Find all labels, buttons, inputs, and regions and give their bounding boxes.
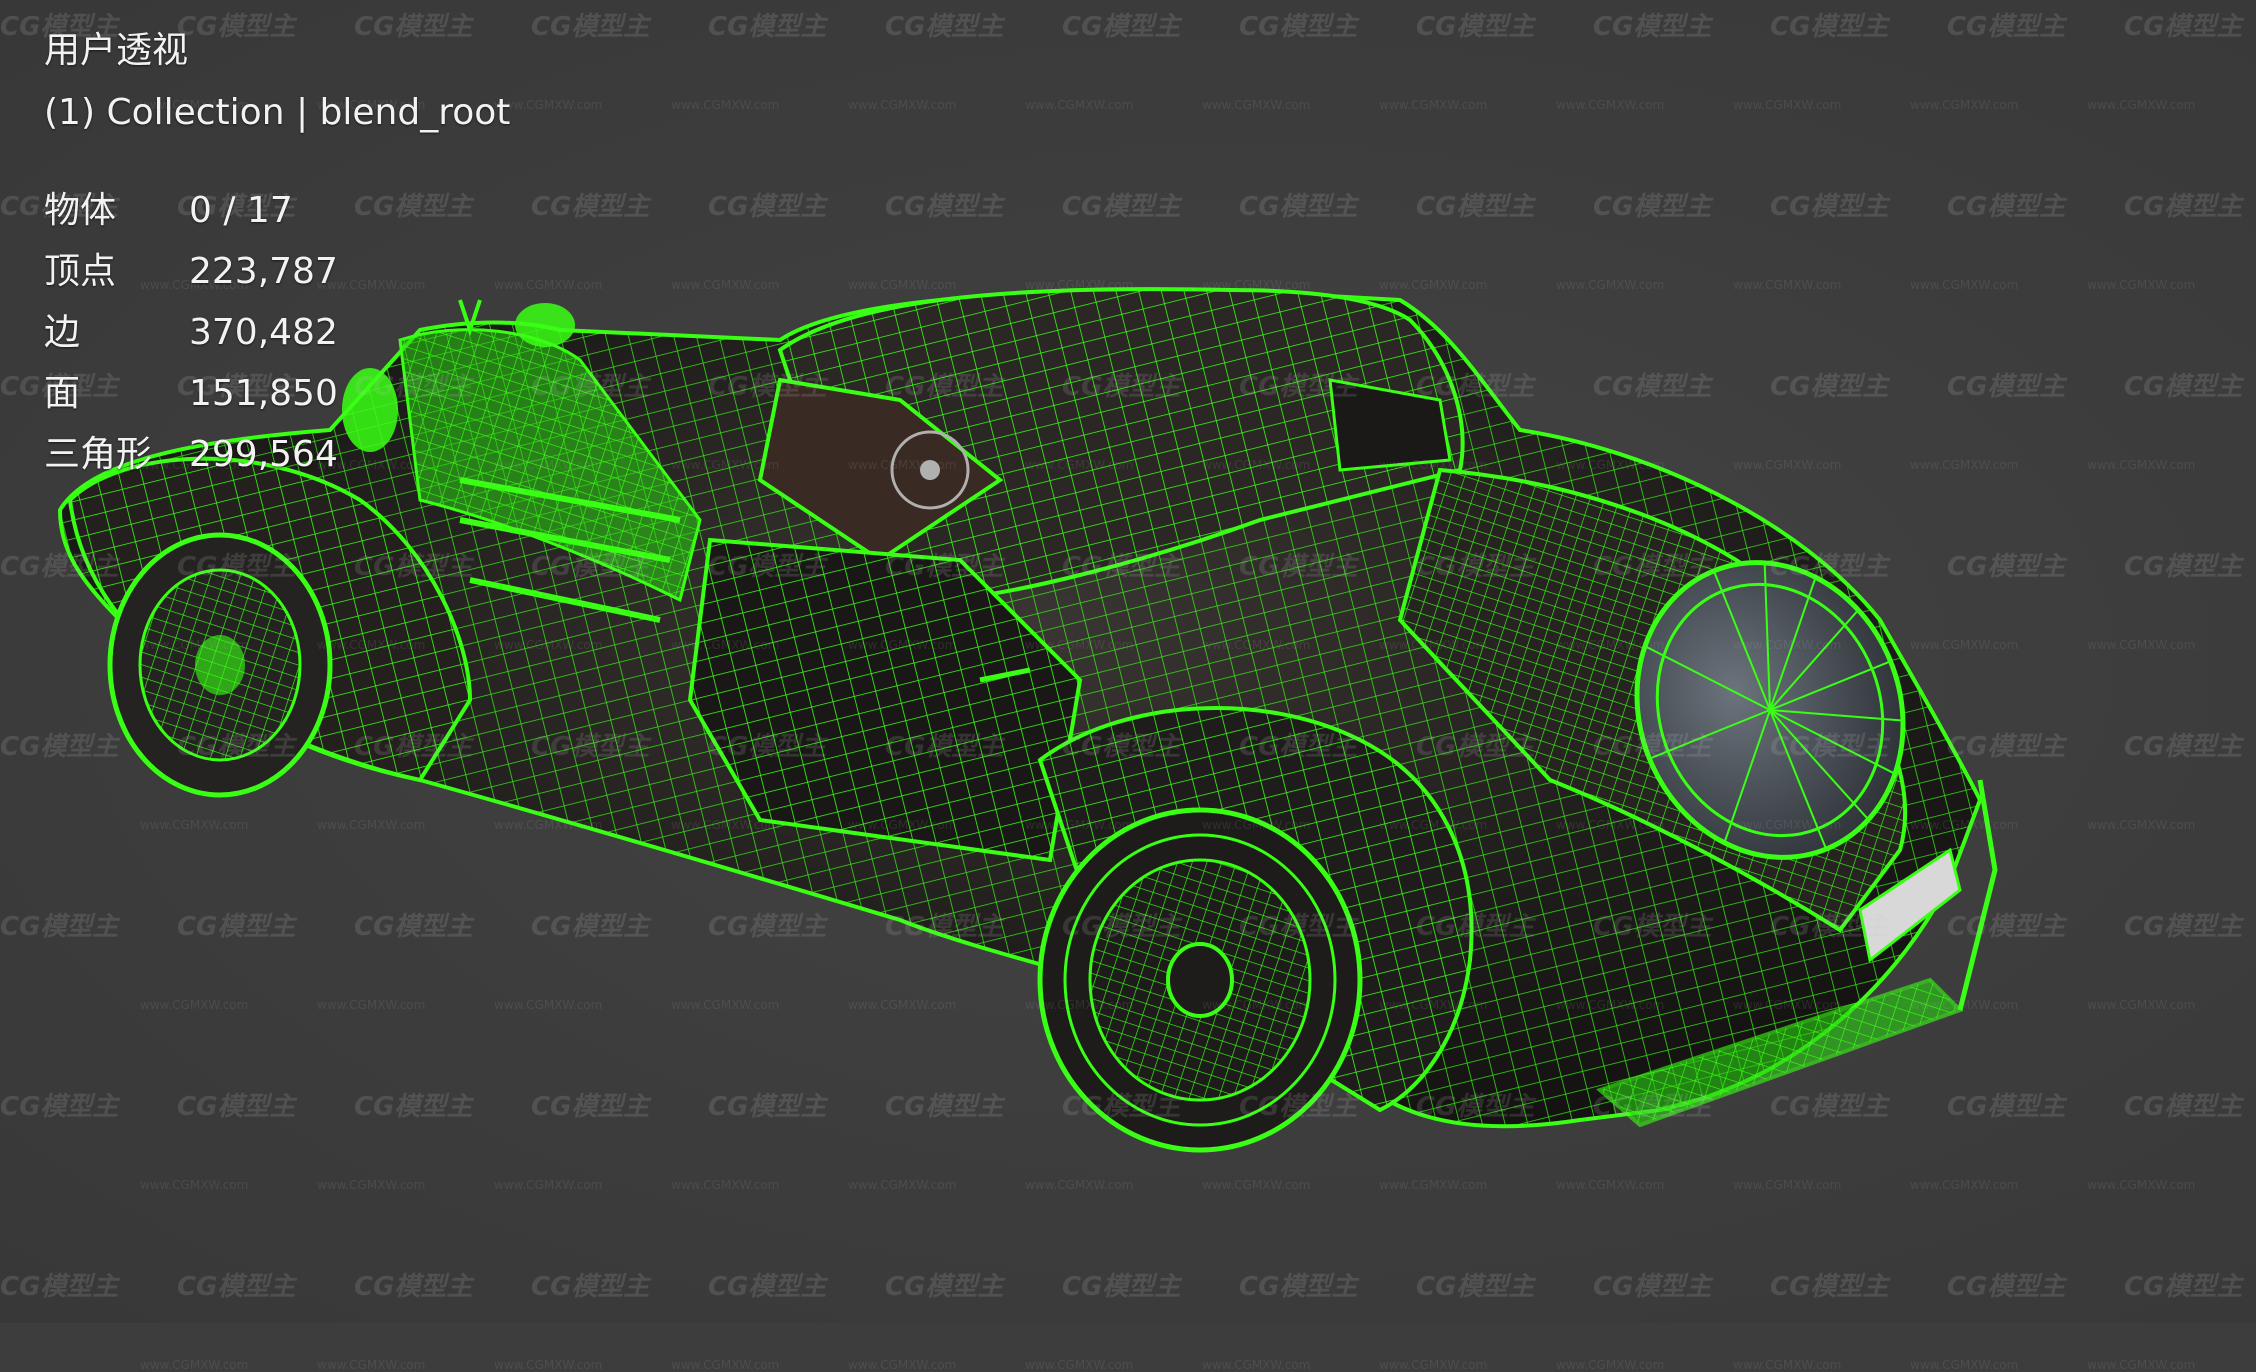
stat-label: 物体 (44, 190, 117, 231)
stat-faces: 面 151,850 (44, 363, 510, 424)
watermark-url: www.CGMXW.com (1379, 1358, 1488, 1372)
stat-value: 0 / 17 (189, 190, 293, 231)
watermark-url: www.CGMXW.com (1202, 1358, 1311, 1372)
stat-label: 三角形 (44, 434, 153, 475)
watermark-url: www.CGMXW.com (671, 1358, 780, 1372)
3d-viewport[interactable]: CG模型主 www.CGMXW.com CG模型主 www.CGMXW.com CG模型… (0, 0, 2256, 1372)
front-wheel (107, 532, 333, 798)
stat-value: 151,850 (189, 373, 338, 414)
watermark-url: www.CGMXW.com (317, 1358, 426, 1372)
collection-label: (1) Collection | blend_root (44, 92, 511, 133)
rear-wheel (1037, 807, 1363, 1153)
stat-value: 299,564 (189, 434, 338, 475)
stat-label: 顶点 (44, 251, 117, 292)
watermark-url: www.CGMXW.com (494, 1358, 603, 1372)
stat-label: 面 (44, 373, 81, 414)
watermark-url: www.CGMXW.com (140, 1358, 249, 1372)
watermark-url: www.CGMXW.com (848, 1358, 957, 1372)
watermark-url: www.CGMXW.com (1025, 1358, 1134, 1372)
watermark-url: www.CGMXW.com (1733, 1358, 1842, 1372)
watermark-url: www.CGMXW.com (1556, 1358, 1665, 1372)
scene-statistics: 物体 0 / 17 顶点 223,787 边 370,482 面 151,850… (44, 180, 510, 485)
viewport-info-overlay: 用户透视 (1) Collection | blend_root 物体 0 / … (44, 26, 510, 485)
watermark-url: www.CGMXW.com (1910, 1358, 2019, 1372)
stat-value: 370,482 (189, 312, 338, 353)
stat-value: 223,787 (189, 251, 338, 292)
stat-edges: 边 370,482 (44, 302, 510, 363)
stat-vertices: 顶点 223,787 (44, 241, 510, 302)
stat-label: 边 (44, 312, 81, 353)
stat-triangles: 三角形 299,564 (44, 424, 510, 485)
view-name: 用户透视 (44, 30, 189, 71)
stat-objects: 物体 0 / 17 (44, 180, 510, 241)
watermark-url: www.CGMXW.com (2087, 1358, 2196, 1372)
